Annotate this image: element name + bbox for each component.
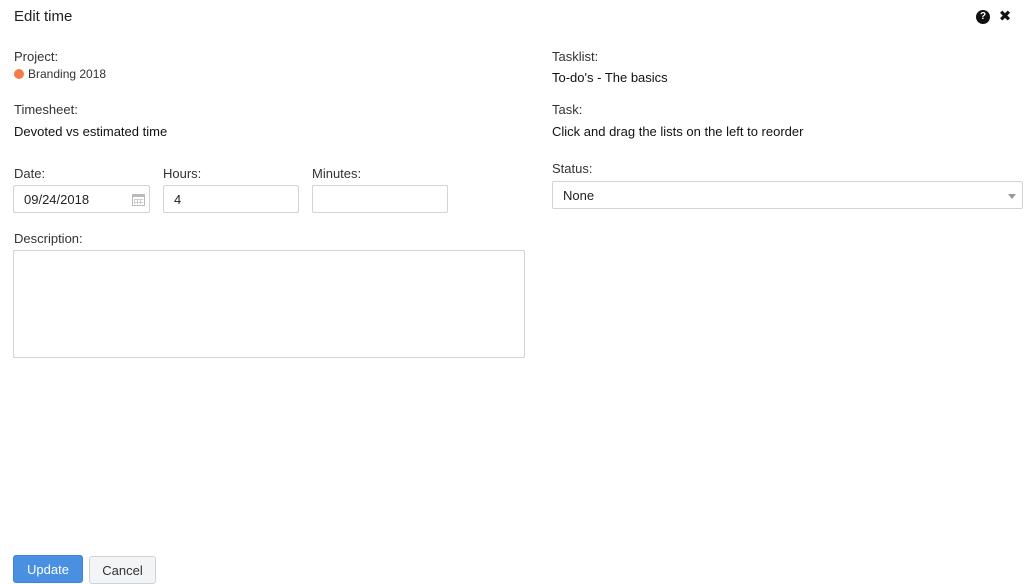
date-label: Date: <box>14 166 46 181</box>
project-name: Branding 2018 <box>28 67 107 81</box>
project-color-dot <box>14 69 24 79</box>
cancel-button[interactable]: Cancel <box>89 556 156 584</box>
help-icon[interactable]: ? <box>976 10 990 24</box>
task-label: Task: <box>552 102 583 117</box>
tasklist-label: Tasklist: <box>552 49 599 64</box>
status-label: Status: <box>552 161 593 176</box>
hours-value: 4 <box>174 191 182 207</box>
date-input[interactable]: 09/24/2018 <box>13 185 150 213</box>
project-label: Project: <box>14 49 59 64</box>
chevron-down-icon <box>1008 194 1016 199</box>
close-icon[interactable]: ✖ <box>998 9 1012 24</box>
hours-input[interactable]: 4 <box>163 185 299 213</box>
project-value: Branding 2018 <box>14 67 106 81</box>
status-select[interactable]: None <box>552 181 1023 209</box>
timesheet-label: Timesheet: <box>14 102 78 117</box>
date-value: 09/24/2018 <box>24 191 90 207</box>
calendar-icon[interactable] <box>132 194 145 206</box>
timesheet-value: Devoted vs estimated time <box>14 124 168 139</box>
update-button[interactable]: Update <box>13 555 83 583</box>
dialog-title: Edit time <box>14 8 73 25</box>
minutes-label: Minutes: <box>312 166 362 181</box>
hours-label: Hours: <box>163 166 202 181</box>
header-icons: ? ✖ <box>976 9 1012 24</box>
description-textarea[interactable] <box>13 250 525 358</box>
task-value: Click and drag the lists on the left to … <box>552 124 804 139</box>
tasklist-value: To-do's - The basics <box>552 70 668 85</box>
minutes-input[interactable] <box>312 185 448 213</box>
status-value: None <box>563 187 595 203</box>
description-label: Description: <box>14 231 83 246</box>
